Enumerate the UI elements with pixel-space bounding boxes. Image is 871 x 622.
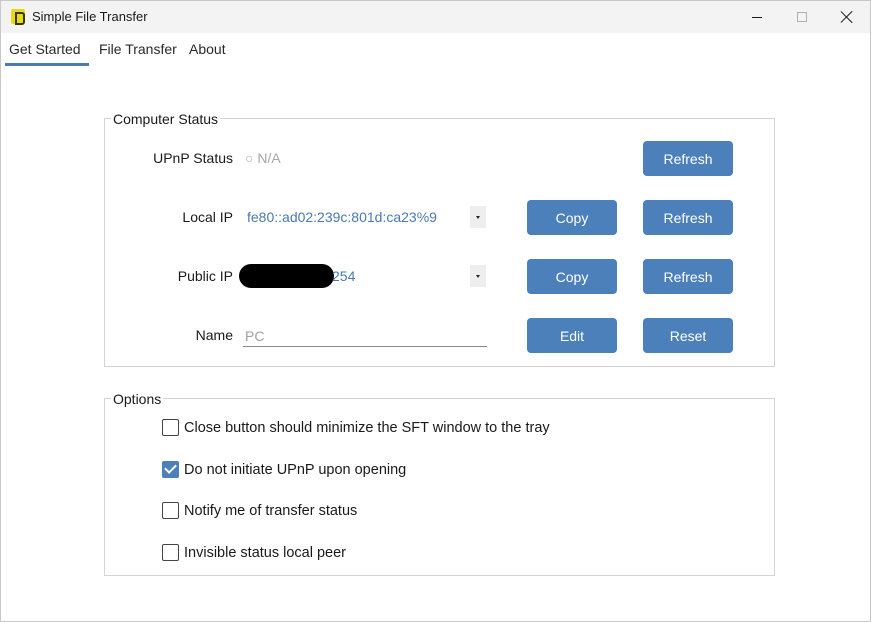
minimize-to-tray-checkbox[interactable] [162, 419, 179, 436]
option-no-upnp[interactable]: Do not initiate UPnP upon opening [162, 461, 406, 478]
maximize-button[interactable] [779, 1, 825, 33]
local-ip-copy-button[interactable]: Copy [527, 200, 617, 235]
option-invisible-status[interactable]: Invisible status local peer [162, 544, 346, 561]
name-edit-button[interactable]: Edit [527, 318, 617, 353]
upnp-refresh-button[interactable]: Refresh [643, 141, 733, 176]
public-ip-refresh-button[interactable]: Refresh [643, 259, 733, 294]
computer-status-title: Computer Status [111, 111, 221, 127]
name-label: Name [195, 327, 233, 343]
upnp-status-value: ○ N/A [245, 150, 281, 166]
app-window: Simple File Transfer Get Started File Tr… [0, 0, 871, 622]
local-ip-refresh-button[interactable]: Refresh [643, 200, 733, 235]
local-ip-label: Local IP [182, 209, 233, 225]
option-label: Close button should minimize the SFT win… [184, 419, 550, 436]
upnp-status-label: UPnP Status [153, 150, 233, 166]
option-label: Notify me of transfer status [184, 502, 358, 519]
options-title: Options [111, 391, 164, 407]
redacted-ip-block [239, 264, 334, 288]
tab-file-transfer[interactable]: File Transfer [95, 41, 181, 57]
local-ip-value[interactable]: fe80::ad02:239c:801d:ca23%9 [247, 209, 437, 225]
close-icon [841, 11, 853, 23]
close-button[interactable] [824, 1, 870, 33]
app-logo-icon [11, 9, 25, 25]
option-label: Invisible status local peer [184, 544, 346, 561]
tab-get-started[interactable]: Get Started [5, 41, 85, 57]
notify-transfer-checkbox[interactable] [162, 502, 179, 519]
minimize-icon [752, 16, 762, 18]
active-tab-indicator [5, 63, 89, 66]
chevron-down-icon [476, 274, 480, 278]
invisible-status-checkbox[interactable] [162, 544, 179, 561]
chevron-down-icon [476, 215, 480, 219]
public-ip-label: Public IP [177, 268, 233, 284]
public-ip-value[interactable]: 254 [332, 268, 355, 284]
option-minimize-to-tray[interactable]: Close button should minimize the SFT win… [162, 419, 550, 436]
minimize-button[interactable] [734, 1, 780, 33]
option-label: Do not initiate UPnP upon opening [184, 461, 407, 478]
title-bar: Simple File Transfer [1, 1, 870, 33]
public-ip-copy-button[interactable]: Copy [527, 259, 617, 294]
option-notify-transfer[interactable]: Notify me of transfer status [162, 502, 357, 519]
window-title: Simple File Transfer [32, 9, 148, 24]
maximize-icon [797, 12, 807, 22]
no-upnp-checkbox[interactable] [162, 461, 179, 478]
public-ip-dropdown[interactable] [470, 265, 486, 287]
local-ip-dropdown[interactable] [470, 206, 486, 228]
name-reset-button[interactable]: Reset [643, 318, 733, 353]
tab-about[interactable]: About [185, 41, 230, 57]
tab-bar: Get Started File Transfer About [1, 33, 870, 67]
name-input[interactable] [243, 325, 487, 347]
